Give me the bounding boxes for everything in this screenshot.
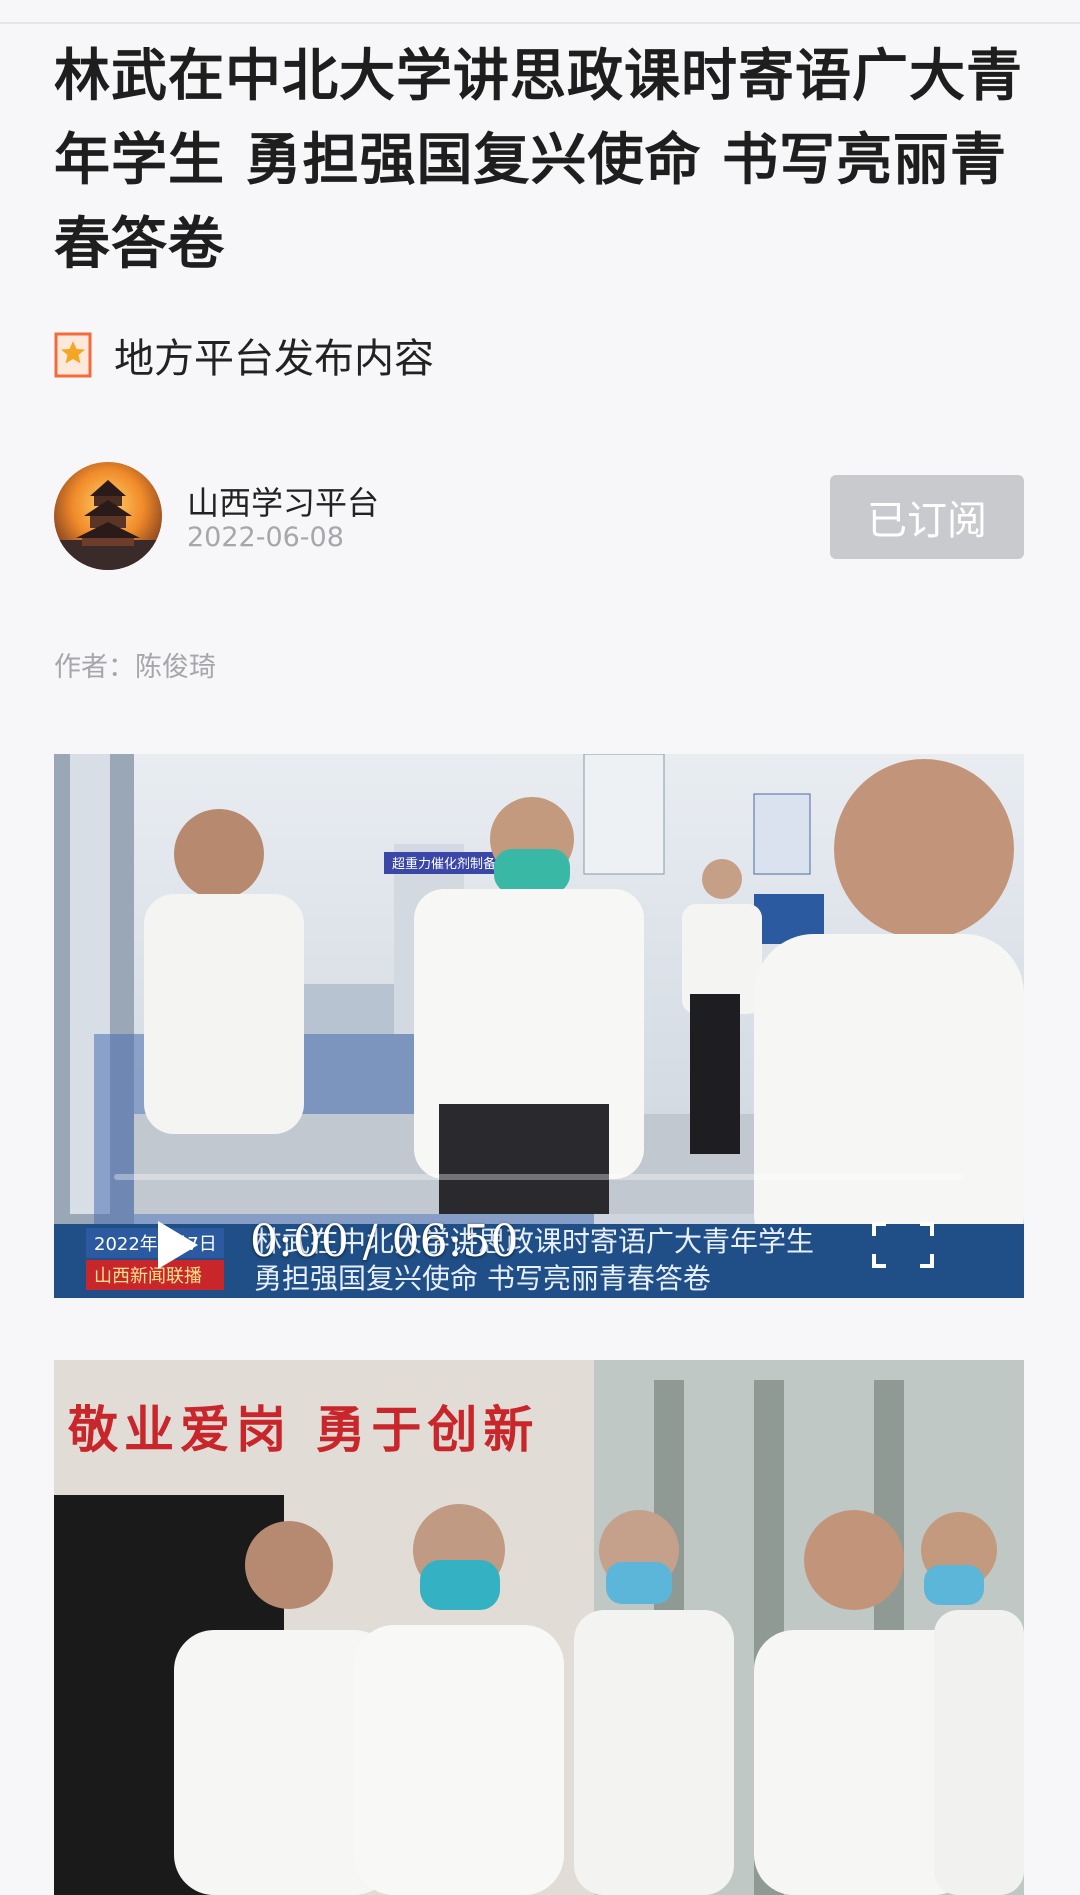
- platform-tag: 地方平台发布内容: [54, 330, 434, 382]
- play-icon[interactable]: [154, 1219, 200, 1271]
- photo-banner-text: 敬业爱岗 勇于创新: [68, 1400, 540, 1459]
- publisher-name[interactable]: 山西学习平台: [187, 478, 379, 524]
- video-progress-track[interactable]: [114, 1174, 964, 1180]
- star-bookmark-icon: [54, 332, 92, 378]
- video-player[interactable]: 超重力催化剂制备装置 2022年6月7日 山西新闻联播 林武在中北大学讲思政课时…: [54, 754, 1024, 1298]
- video-frame: 超重力催化剂制备装置 2022年6月7日 山西新闻联播 林武在中北大学讲思政课时…: [54, 754, 1024, 1298]
- article-photo: 敬业爱岗 勇于创新: [54, 1360, 1024, 1895]
- platform-tag-label: 地方平台发布内容: [114, 336, 434, 382]
- author-line: 作者：陈俊琦: [54, 652, 216, 683]
- video-time: 0:00 / 06:50: [250, 1216, 519, 1267]
- fullscreen-icon[interactable]: [870, 1220, 936, 1270]
- article-title: 林武在中北大学讲思政课时寄语广大青年学生 勇担强国复兴使命 书写亮丽青春答卷: [54, 43, 1023, 277]
- top-divider: [0, 22, 1080, 24]
- publisher-row: 山西学习平台 2022-06-08 已订阅: [54, 462, 1026, 572]
- publish-date: 2022-06-08: [187, 522, 344, 553]
- subscribe-button[interactable]: 已订阅: [830, 475, 1024, 559]
- publisher-avatar[interactable]: [54, 462, 162, 570]
